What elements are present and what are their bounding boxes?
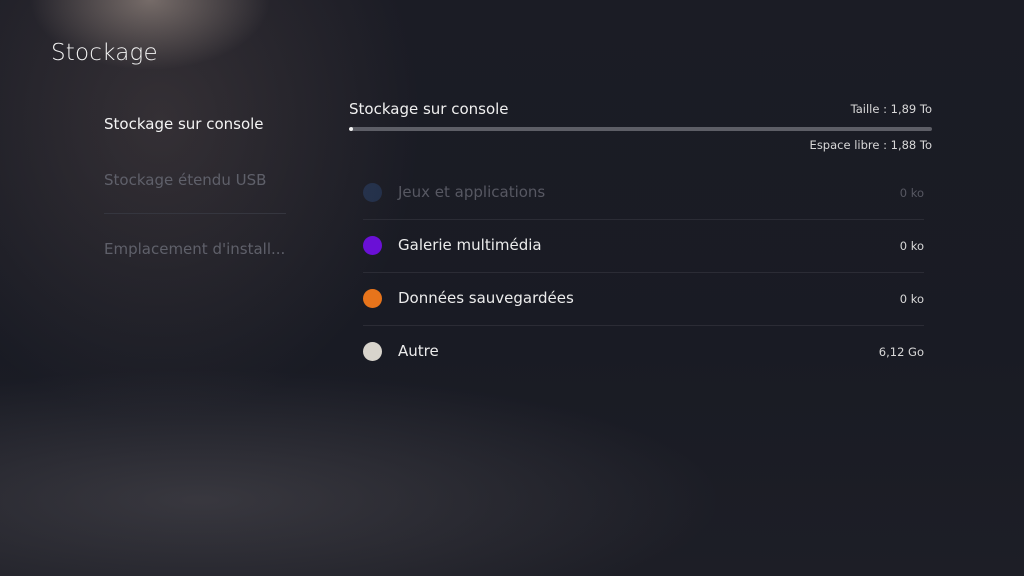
category-label: Données sauvegardées xyxy=(398,289,574,307)
storage-usage-bar xyxy=(349,127,932,131)
category-color-dot xyxy=(363,342,382,361)
sidebar-divider xyxy=(104,213,286,214)
storage-category-list: Jeux et applications 0 ko Galerie multim… xyxy=(363,167,924,378)
category-label: Autre xyxy=(398,342,439,360)
category-size: 0 ko xyxy=(899,292,924,306)
category-color-dot xyxy=(363,183,382,202)
category-color-dot xyxy=(363,289,382,308)
category-label: Galerie multimédia xyxy=(398,236,542,254)
section-title: Stockage sur console xyxy=(349,100,509,118)
category-size: 6,12 Go xyxy=(878,345,924,359)
free-space-text: Espace libre : 1,88 To xyxy=(809,138,932,152)
category-row-saved-data[interactable]: Données sauvegardées 0 ko xyxy=(363,273,924,326)
total-size-text: Taille : 1,89 To xyxy=(850,102,932,116)
sidebar-item-console-storage[interactable]: Stockage sur console xyxy=(104,110,264,138)
page-title: Stockage xyxy=(51,40,158,66)
storage-usage-fill xyxy=(349,127,354,131)
category-label: Jeux et applications xyxy=(398,183,546,201)
sidebar-item-install-location[interactable]: Emplacement d'install... xyxy=(104,235,285,263)
category-row-games-apps[interactable]: Jeux et applications 0 ko xyxy=(363,167,924,220)
category-row-media-gallery[interactable]: Galerie multimédia 0 ko xyxy=(363,220,924,273)
category-size: 0 ko xyxy=(899,239,924,253)
sidebar-item-usb-extended-storage[interactable]: Stockage étendu USB xyxy=(104,166,266,194)
category-color-dot xyxy=(363,236,382,255)
category-size: 0 ko xyxy=(899,186,924,200)
category-row-other[interactable]: Autre 6,12 Go xyxy=(363,326,924,378)
